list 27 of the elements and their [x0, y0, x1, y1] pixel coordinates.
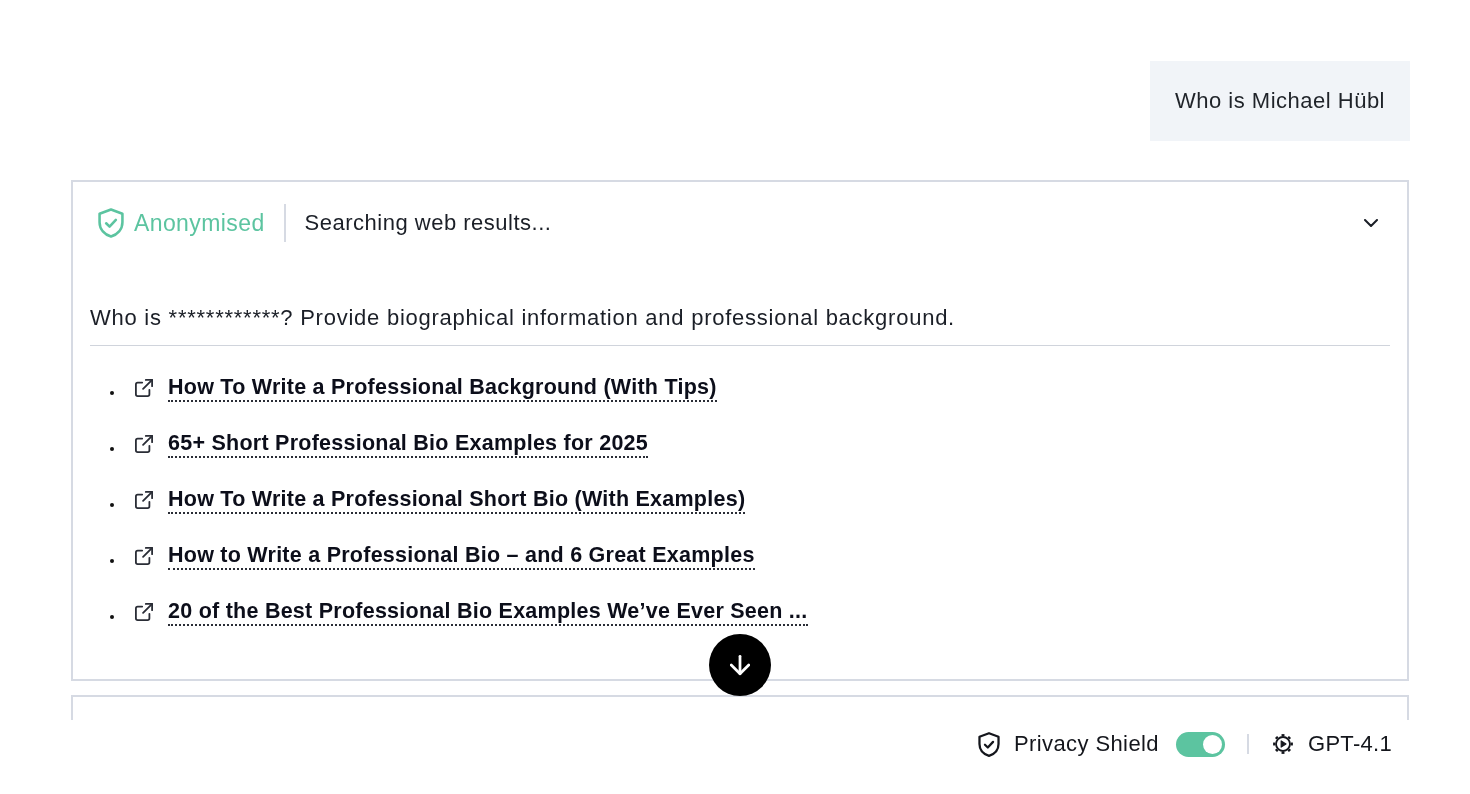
model-name[interactable]: GPT-4.1	[1307, 731, 1392, 757]
arrow-down-icon	[730, 654, 750, 676]
privacy-shield-toggle[interactable]	[1175, 731, 1225, 757]
external-link-icon	[135, 603, 153, 621]
search-result-link[interactable]: How to Write a Professional Bio – and 6 Great Examples	[168, 542, 755, 570]
search-result-link[interactable]: How To Write a Professional Background (With Tips)	[168, 374, 717, 402]
search-result-link[interactable]: 20 of the Best Professional Bio Examples We’ve Ever Seen ...	[168, 598, 808, 626]
chevron-down-icon[interactable]	[1364, 219, 1378, 227]
privacy-shield-label: Privacy Shield	[1013, 731, 1159, 757]
search-status-text: Searching web results...	[304, 210, 552, 236]
user-message-bubble: Who is Michael Hübl	[1150, 61, 1410, 141]
bullet-icon	[110, 559, 114, 563]
gear-icon[interactable]	[1271, 733, 1294, 755]
anonymised-query-text: Who is ************? Provide biographical information and professional background.	[90, 305, 955, 330]
bullet-icon	[110, 447, 114, 451]
shield-check-icon	[98, 208, 124, 238]
external-link-icon	[135, 491, 153, 509]
bullet-icon	[110, 391, 114, 395]
external-link-icon	[135, 547, 153, 565]
external-link-icon	[135, 379, 153, 397]
bullet-icon	[110, 503, 114, 507]
shield-check-icon	[977, 731, 1000, 757]
search-result-link[interactable]: 65+ Short Professional Bio Examples for 2025	[168, 430, 648, 458]
anonymised-label: Anonymised	[134, 209, 265, 237]
bullet-icon	[110, 615, 114, 619]
external-link-icon	[135, 435, 153, 453]
search-result-link[interactable]: How To Write a Professional Short Bio (With Examples)	[168, 486, 746, 514]
